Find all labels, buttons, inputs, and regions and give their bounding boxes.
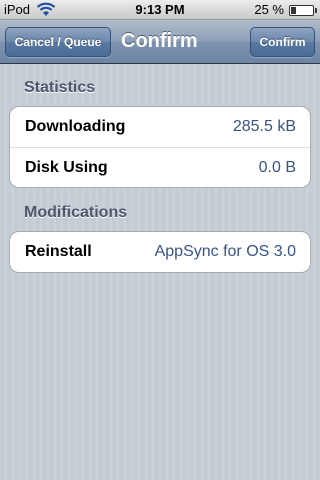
status-bar: iPod 9:13 PM 25 % — [0, 0, 320, 20]
row-value: AppSync for OS 3.0 — [154, 243, 296, 260]
row-downloading: Downloading 285.5 kB — [10, 107, 310, 147]
row-label: Downloading — [25, 118, 126, 135]
section-header-modifications: Modifications — [24, 204, 128, 221]
row-disk-using: Disk Using 0.0 B — [10, 147, 310, 187]
battery-icon — [289, 5, 317, 16]
battery-fill — [291, 7, 296, 14]
confirm-button[interactable]: Confirm — [250, 27, 315, 57]
page-title: Confirm — [121, 30, 198, 52]
row-label: Disk Using — [25, 159, 108, 176]
battery-percent: 25 % — [254, 2, 284, 17]
row-reinstall[interactable]: Reinstall AppSync for OS 3.0 — [10, 232, 310, 272]
row-label: Reinstall — [25, 243, 92, 260]
navigation-bar: Cancel / Queue Confirm Confirm — [0, 20, 320, 64]
row-value: 0.0 B — [258, 159, 296, 176]
cancel-queue-button[interactable]: Cancel / Queue — [5, 27, 111, 57]
modifications-group: Reinstall AppSync for OS 3.0 — [9, 231, 311, 273]
section-header-statistics: Statistics — [24, 79, 96, 96]
statistics-group: Downloading 285.5 kB Disk Using 0.0 B — [9, 106, 311, 188]
row-value: 285.5 kB — [232, 118, 296, 135]
